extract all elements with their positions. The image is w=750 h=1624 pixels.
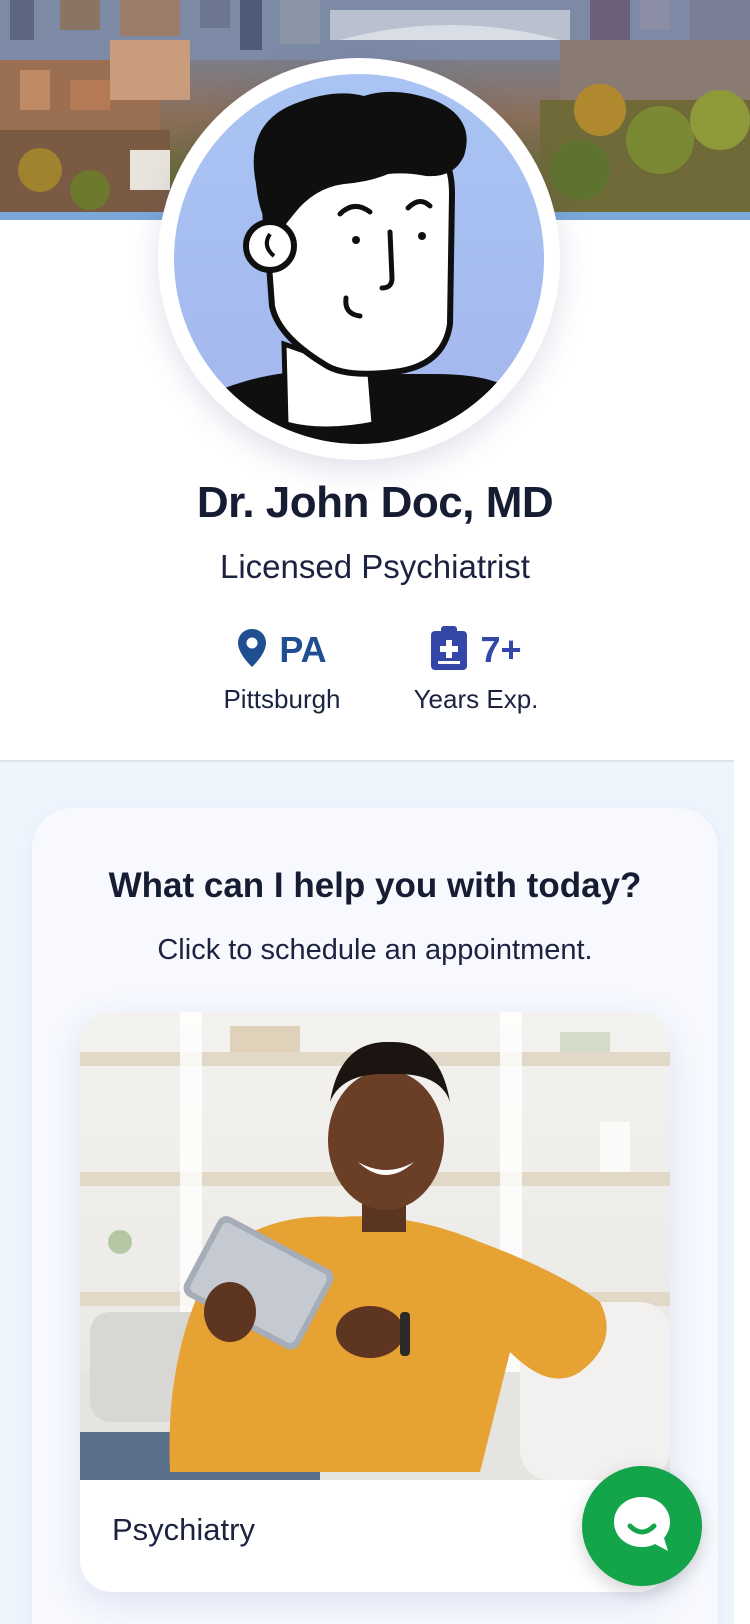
clipboard-medical-icon xyxy=(430,625,468,676)
experience-years: 7+ xyxy=(480,629,522,670)
service-photo xyxy=(80,1012,670,1480)
avatar xyxy=(158,58,560,460)
chat-bubble-icon xyxy=(610,1492,674,1561)
services-heading: What can I help you with today? xyxy=(108,866,642,905)
services-subheading: Click to schedule an appointment. xyxy=(157,934,593,966)
service-label: Psychiatry xyxy=(112,1512,255,1547)
experience-stat: 7+ Years Exp. xyxy=(404,624,548,724)
doctor-title: Licensed Psychiatrist xyxy=(220,548,530,585)
profile-page: Dr. John Doc, MD Licensed Psychiatrist P… xyxy=(0,0,750,1624)
location-stat: PA Pittsburgh xyxy=(200,624,364,724)
doctor-name: Dr. John Doc, MD xyxy=(196,478,554,527)
location-state: PA xyxy=(279,629,327,670)
chat-button[interactable] xyxy=(582,1466,702,1586)
avatar-illustration xyxy=(174,74,544,444)
experience-label: Years Exp. xyxy=(413,684,539,714)
map-pin-icon xyxy=(237,628,267,673)
service-card-psychiatry[interactable]: Psychiatry xyxy=(80,1012,670,1592)
location-city: Pittsburgh xyxy=(223,684,341,714)
